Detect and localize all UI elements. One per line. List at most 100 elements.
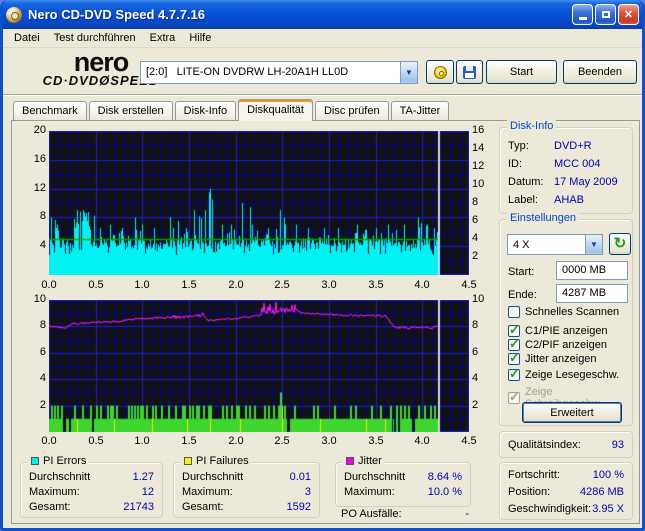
- end-field-label: Ende:: [508, 289, 537, 301]
- checkbox-c2-pif-anzeigen[interactable]: ✓ C2/PIF anzeigen: [508, 336, 607, 351]
- checkbox-zeige-lesegeschw[interactable]: ✓ Zeige Lesegeschw.: [508, 366, 619, 381]
- axis-tick-label: 3.0: [321, 435, 337, 447]
- disk-info-value: 17 May 2009: [554, 176, 618, 188]
- checkbox-c1-pie-anzeigen[interactable]: ✓ C1/PIE anzeigen: [508, 322, 608, 337]
- axis-tick-label: 2.0: [228, 435, 244, 447]
- axis-tick-label: 8: [472, 196, 479, 208]
- chevron-down-icon[interactable]: ▼: [400, 62, 417, 83]
- chevron-down-icon[interactable]: ▼: [585, 235, 602, 254]
- stats-row: Gesamt: 1592: [174, 500, 319, 515]
- advanced-button[interactable]: Erweitert: [522, 402, 622, 423]
- maximize-button[interactable]: [595, 4, 616, 25]
- tab-diskqualit-t[interactable]: Diskqualität: [238, 99, 313, 121]
- disk-info-value: MCC 004: [554, 158, 601, 170]
- tab-disk-erstellen[interactable]: Disk erstellen: [88, 101, 173, 121]
- settings-group: Einstellungen 4 X ▼ ↻ Start: 0000 MB End…: [499, 212, 633, 426]
- refresh-icon: ↻: [613, 235, 627, 252]
- stats-label: Durchschnitt: [29, 471, 91, 483]
- menu-item-datei[interactable]: Datei: [7, 31, 47, 45]
- axis-tick-label: 2: [472, 250, 479, 262]
- start-button[interactable]: Start: [486, 60, 557, 84]
- tab-ta-jitter[interactable]: TA-Jitter: [390, 101, 450, 121]
- checkbox-jitter-anzeigen[interactable]: ✓ Jitter anzeigen: [508, 350, 597, 365]
- menu-item-extra[interactable]: Extra: [143, 31, 183, 45]
- quit-button[interactable]: Beenden: [563, 60, 637, 84]
- axis-tick-label: 3.5: [368, 435, 384, 447]
- stats-row: Durchschnitt 0.01: [174, 470, 319, 485]
- disk-info-label: Typ:: [508, 140, 529, 152]
- checkbox-schnelles-scannen[interactable]: Schnelles Scannen: [508, 306, 619, 318]
- tab-disk-info[interactable]: Disk-Info: [174, 101, 237, 121]
- progress-row: Position: 4286 MB: [500, 484, 632, 501]
- axis-tick-label: 20: [33, 124, 46, 136]
- stats-label: Maximum:: [344, 486, 395, 498]
- stats-title: PI Failures: [181, 455, 252, 467]
- axis-tick-label: 12: [33, 182, 46, 194]
- stats-row: Maximum: 12: [21, 485, 162, 500]
- disk-info-row: Label: AHAB: [500, 191, 632, 209]
- start-field-label: Start:: [508, 266, 535, 278]
- legend-color-icon: [184, 457, 192, 465]
- disk-info-title: Disk-Info: [507, 120, 557, 132]
- drive-select[interactable]: [2:0] LITE-ON DVDRW LH-20A1H LL0D ▼: [140, 61, 418, 84]
- stats-title-text: PI Errors: [43, 455, 87, 467]
- progress-value: 100 %: [592, 469, 624, 481]
- speed-select[interactable]: 4 X ▼: [507, 234, 603, 255]
- disk-info-label: ID:: [508, 158, 523, 170]
- app-window: Nero CD-DVD Speed 4.7.7.16 ✕ Datei Test d…: [0, 0, 645, 531]
- legend-color-icon: [346, 457, 354, 465]
- axis-tick-label: 0.5: [88, 435, 104, 447]
- axis-tick-label: 4.0: [414, 435, 430, 447]
- tab-benchmark[interactable]: Benchmark: [13, 101, 87, 121]
- settings-title: Einstellungen: [507, 212, 580, 224]
- eject-button[interactable]: [426, 60, 454, 84]
- checkbox-label: C2/PIF anzeigen: [525, 339, 607, 351]
- axis-tick-label: 12: [472, 160, 485, 172]
- disc-eject-icon: [433, 65, 447, 79]
- menu-item-test-durchf-hren[interactable]: Test durchführen: [47, 31, 143, 45]
- stats-value: 0.01: [289, 471, 311, 483]
- axis-tick-label: 0.0: [41, 279, 57, 291]
- axis-tick-label: 4: [39, 372, 46, 384]
- save-button[interactable]: [456, 60, 483, 84]
- disk-info-row: Datum: 17 May 2009: [500, 173, 632, 191]
- axis-tick-label: 10: [472, 293, 485, 305]
- stats-title: Jitter: [343, 455, 385, 467]
- check-icon: ✓: [509, 366, 520, 381]
- progress-group: Fortschritt: 100 % Position: 4286 MB Geschwi…: [499, 462, 633, 520]
- axis-tick-label: 4.5: [461, 279, 477, 291]
- app-icon: [6, 6, 22, 23]
- axis-tick-label: 0.0: [41, 435, 57, 447]
- speed-select-value: 4 X: [513, 239, 530, 251]
- po-failures-label: PO Ausfälle:: [341, 508, 402, 520]
- close-button[interactable]: ✕: [618, 4, 639, 25]
- start-field[interactable]: 0000 MB: [556, 261, 628, 280]
- stats-row: Maximum: 3: [174, 485, 319, 500]
- tab-disc-pr-fen[interactable]: Disc prüfen: [314, 101, 389, 121]
- axis-tick-label: 8: [472, 319, 479, 331]
- axis-tick-label: 3.0: [321, 279, 337, 291]
- axis-tick-label: 4: [472, 372, 479, 384]
- disk-info-row: Typ: DVD+R: [500, 137, 632, 155]
- toolbar: nero CD·DVDØSPEED [2:0] LITE-ON DVDRW LH…: [3, 48, 642, 95]
- minimize-button[interactable]: [572, 4, 593, 25]
- menu-item-hilfe[interactable]: Hilfe: [182, 31, 218, 45]
- end-field[interactable]: 4287 MB: [556, 284, 628, 303]
- save-icon: [463, 65, 476, 79]
- progress-label: Fortschritt:: [508, 469, 560, 481]
- checkbox-box: ✓: [508, 350, 520, 365]
- stats-title: PI Errors: [28, 455, 90, 467]
- axis-tick-label: 14: [472, 142, 485, 154]
- stats-title-text: Jitter: [358, 455, 382, 467]
- axis-tick-label: 8: [39, 210, 46, 222]
- quality-index-group: Qualitätsindex: 93: [499, 431, 633, 458]
- axis-tick-label: 2.0: [228, 279, 244, 291]
- progress-row: Geschwindigkeit: 3.95 X: [500, 501, 632, 518]
- jitter-stats: Jitter Durchschnitt 8.64 % Maximum: 10.0 %: [335, 455, 471, 507]
- refresh-button[interactable]: ↻: [609, 233, 631, 255]
- axis-tick-label: 2: [39, 399, 46, 411]
- axis-tick-label: 16: [33, 153, 46, 165]
- stats-value: 12: [141, 486, 154, 498]
- stats-label: Durchschnitt: [182, 471, 244, 483]
- disk-info-row: ID: MCC 004: [500, 155, 632, 173]
